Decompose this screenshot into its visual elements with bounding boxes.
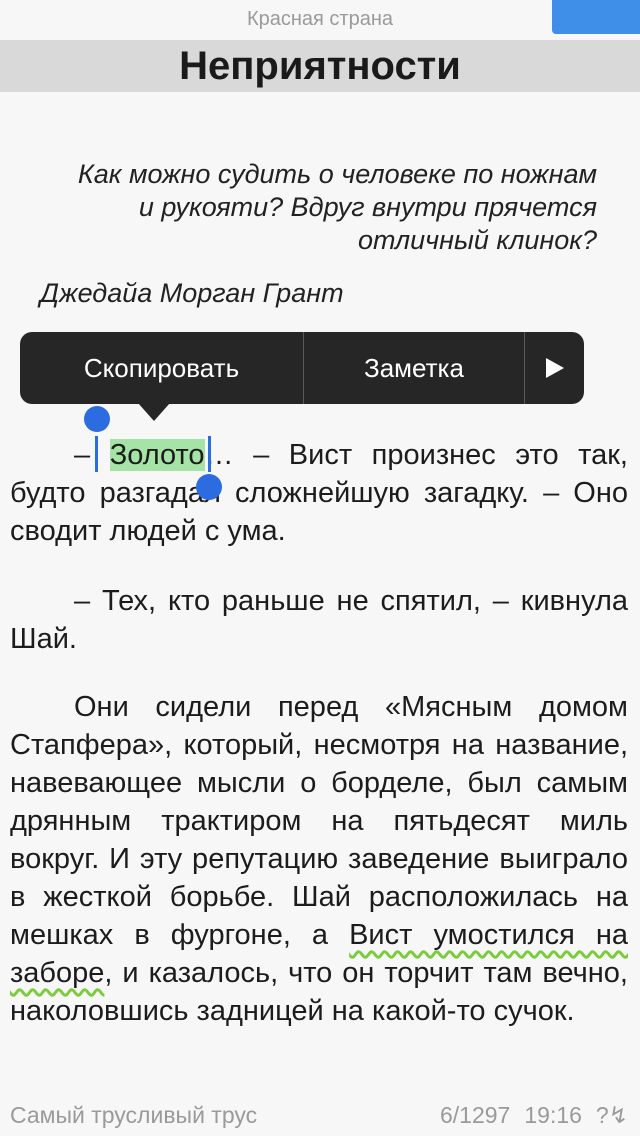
- status-icons: ?↯: [595, 1102, 628, 1128]
- selection-end-handle[interactable]: [196, 474, 222, 500]
- paragraph-1[interactable]: – Золото… – Вист произнес это так, будто…: [10, 436, 628, 550]
- footer-chapter-name: Самый трусливый трус: [10, 1102, 258, 1128]
- bookmark-ribbon[interactable]: [552, 0, 640, 34]
- reader-page: Красная страна Неприятности Как можно су…: [0, 0, 640, 1136]
- copy-button[interactable]: Скопировать: [20, 332, 303, 404]
- selected-text[interactable]: Золото: [109, 439, 205, 471]
- menu-pointer: [138, 403, 170, 421]
- paragraph-2-text: – Тех, кто раньше не спятил, – кив­нула …: [10, 585, 628, 655]
- chapter-title: Неприятности: [179, 44, 461, 88]
- selection-end-handle-bar[interactable]: [208, 436, 211, 472]
- epigraph-text: Как можно судить о человеке по ножнам и …: [77, 159, 597, 255]
- dash: –: [74, 439, 91, 471]
- page-position: 6/1297: [440, 1102, 511, 1128]
- footer-status: 6/1297 19:16 ?↯: [440, 1102, 628, 1129]
- selection-start-handle-bar[interactable]: [95, 436, 98, 472]
- book-title: Красная страна: [246, 8, 394, 30]
- note-button[interactable]: Заметка: [304, 332, 524, 404]
- paragraph-2[interactable]: – Тех, кто раньше не спятил, – кив­нула …: [10, 582, 628, 658]
- paragraph-1-rest: … – Вист произнес это так, будто разгада…: [10, 439, 628, 547]
- epigraph-author: Джедайа Морган Грант: [40, 278, 344, 308]
- text-context-menu: Скопировать Заметка: [20, 332, 584, 404]
- clock: 19:16: [524, 1102, 582, 1128]
- play-triangle-icon: [545, 358, 564, 378]
- paragraph-3-before: Они сидели перед «Мясным домом Стапфера»…: [10, 691, 628, 951]
- more-button[interactable]: [525, 332, 584, 404]
- paragraph-3[interactable]: Они сидели перед «Мясным домом Стапфера»…: [10, 688, 628, 1030]
- selection-start-handle[interactable]: [84, 406, 110, 432]
